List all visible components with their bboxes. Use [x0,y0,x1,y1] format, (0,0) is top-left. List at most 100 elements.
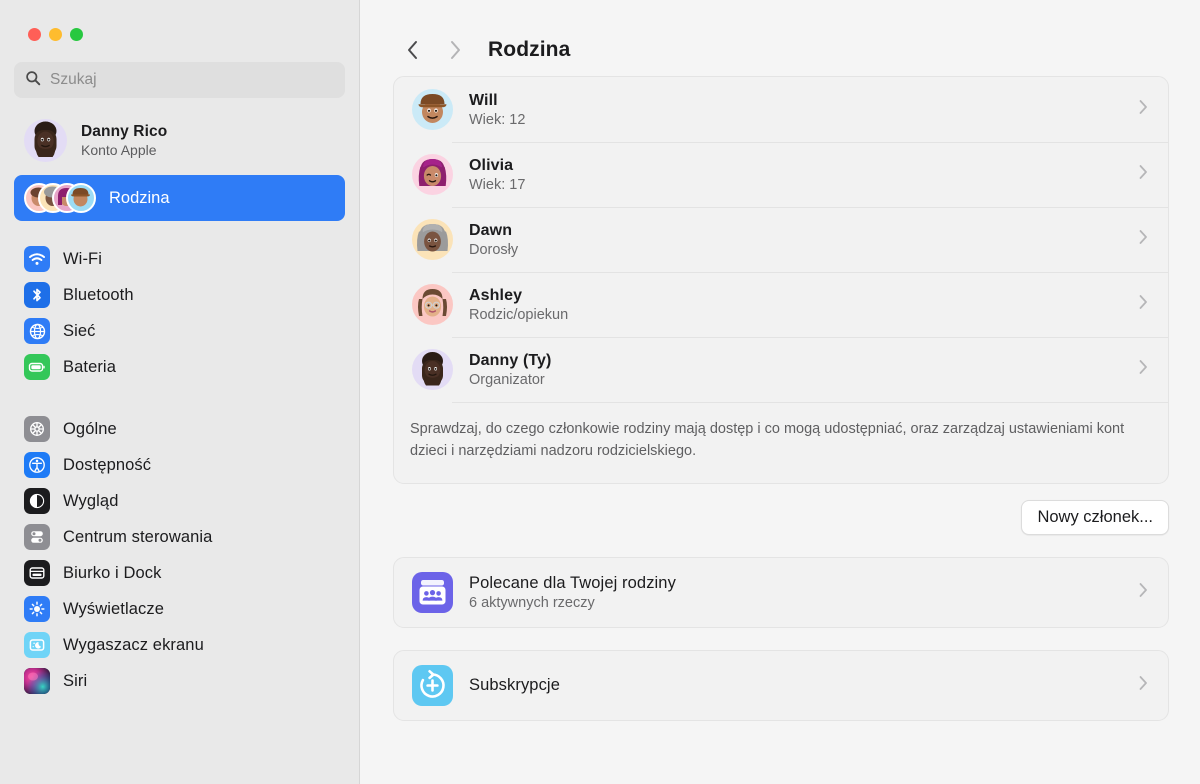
globe-icon [24,318,50,344]
sidebar-item-label: Centrum sterowania [63,527,213,546]
sidebar-item-siri[interactable]: Siri [14,663,345,699]
sidebar: Szukaj Danny Rico Konto Apple Rodzina Wi… [0,0,360,784]
add-member-button[interactable]: Nowy członek... [1021,499,1169,535]
accessibility-icon [24,452,50,478]
sidebar-item-wyswietlacze[interactable]: Wyświetlacze [14,591,345,627]
actions-row: Nowy członek... [360,484,1200,535]
chevron-right-icon [1138,99,1152,120]
table-row[interactable]: Dawn Dorosły [394,207,1168,272]
sidebar-item-label: Wyświetlacze [63,599,164,618]
subscriptions-card: Subskrypcje [393,649,1169,721]
sidebar-item-ogolne[interactable]: Ogólne [14,411,345,447]
table-row[interactable]: Danny (Ty) Organizator [394,337,1168,402]
wifi-icon [24,246,50,272]
avatar [412,284,453,325]
search-icon [25,70,41,91]
family-description: Sprawdzaj, do czego członkowie rodziny m… [394,402,1168,483]
back-button[interactable] [392,35,434,65]
sidebar-item-label: Bluetooth [63,285,134,304]
table-row[interactable]: Ashley Rodzic/opiekun [394,272,1168,337]
sidebar-item-wygaszacz-ekranu[interactable]: Wygaszacz ekranu [14,627,345,663]
list-item[interactable]: Polecane dla Twojej rodziny 6 aktywnych … [394,558,1168,627]
battery-icon [24,354,50,380]
sidebar-item-biurko-i-dock[interactable]: Biurko i Dock [14,555,345,591]
avatar [412,349,453,390]
sidebar-item-wifi[interactable]: Wi-Fi [14,241,345,277]
member-name: Dawn [469,221,513,239]
forward-button[interactable] [434,35,476,65]
chevron-right-icon [1138,675,1152,696]
chevron-right-icon [1138,229,1152,250]
minimize-button[interactable] [49,28,62,41]
system-settings-window: Szukaj Danny Rico Konto Apple Rodzina Wi… [0,0,1200,784]
member-subtitle: Dorosły [469,241,519,258]
search-placeholder: Szukaj [50,71,97,88]
list-item[interactable]: Subskrypcje [394,651,1168,720]
subscriptions-icon [412,664,453,706]
sidebar-item-label: Siri [63,671,88,690]
content-header: Rodzina [360,0,1200,76]
member-name: Will [469,91,498,109]
sidebar-item-rodzina[interactable]: Rodzina [14,175,345,221]
chevron-right-icon [1138,294,1152,315]
sidebar-item-label: Sieć [63,321,96,340]
avatar [412,154,453,195]
sidebar-item-label: Rodzina [109,188,170,207]
chevron-right-icon [1138,582,1152,603]
search-field[interactable]: Szukaj [14,62,345,98]
chevron-right-icon [1138,359,1152,380]
avatar [24,119,67,162]
page-title: Rodzina [488,38,571,61]
account-subtitle: Konto Apple [81,142,157,158]
section-title: Subskrypcje [469,675,560,694]
member-name: Ashley [469,286,523,304]
screensaver-icon [24,632,50,658]
content-pane: Rodzina Will Wiek: 12 Olivia Wiek: 17 Da… [360,0,1200,784]
member-name: Olivia [469,156,514,174]
sidebar-group-system: Ogólne Dostępność Wygląd Centrum sterowa… [0,411,359,699]
search-container: Szukaj [0,41,359,98]
member-name: Danny (Ty) [469,351,552,369]
sidebar-group-network: Wi-Fi Bluetooth Sieć Bateria [0,241,359,385]
sidebar-item-label: Dostępność [63,455,152,474]
desktop-dock-icon [24,560,50,586]
family-members-card: Will Wiek: 12 Olivia Wiek: 17 Dawn Doros… [393,76,1169,484]
member-subtitle: Organizator [469,371,545,388]
sidebar-item-label: Ogólne [63,419,117,438]
sidebar-item-bateria[interactable]: Bateria [14,349,345,385]
zoom-button[interactable] [70,28,83,41]
close-button[interactable] [28,28,41,41]
table-row[interactable]: Will Wiek: 12 [394,77,1168,142]
siri-icon [24,668,50,694]
sidebar-item-siec[interactable]: Sieć [14,313,345,349]
section-subtitle: 6 aktywnych rzeczy [469,594,595,611]
sidebar-item-label: Wygaszacz ekranu [63,635,204,654]
member-subtitle: Rodzic/opiekun [469,306,569,323]
sidebar-item-wyglad[interactable]: Wygląd [14,483,345,519]
member-subtitle: Wiek: 17 [469,176,526,193]
sidebar-item-apple-account[interactable]: Danny Rico Konto Apple [14,112,345,169]
sidebar-item-bluetooth[interactable]: Bluetooth [14,277,345,313]
chevron-right-icon [1138,164,1152,185]
appearance-icon [24,488,50,514]
avatar [412,219,453,260]
avatar [412,89,453,130]
member-subtitle: Wiek: 12 [469,111,526,128]
family-recommend-icon [412,571,453,613]
sidebar-item-centrum-sterowania[interactable]: Centrum sterowania [14,519,345,555]
sidebar-item-label: Bateria [63,357,116,376]
account-name: Danny Rico [81,123,168,140]
section-title: Polecane dla Twojej rodziny [469,573,676,592]
recommended-card: Polecane dla Twojej rodziny 6 aktywnych … [393,556,1169,628]
sidebar-item-label: Wygląd [63,491,119,510]
sidebar-item-label: Biurko i Dock [63,563,162,582]
control-center-icon [24,524,50,550]
sidebar-item-dostepnosc[interactable]: Dostępność [14,447,345,483]
family-avatars-icon [24,183,96,213]
window-controls [0,0,359,41]
gear-icon [24,416,50,442]
display-brightness-icon [24,596,50,622]
sidebar-item-label: Wi-Fi [63,249,102,268]
bluetooth-icon [24,282,50,308]
table-row[interactable]: Olivia Wiek: 17 [394,142,1168,207]
